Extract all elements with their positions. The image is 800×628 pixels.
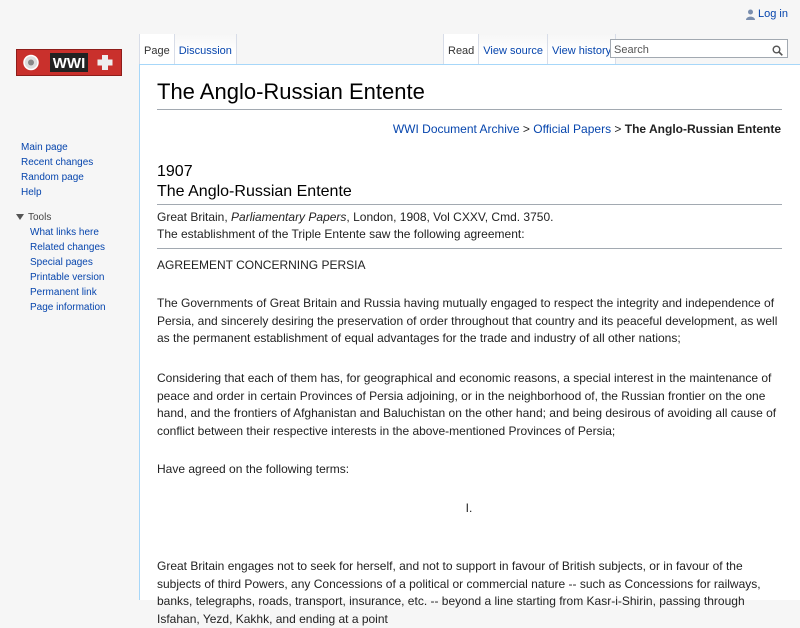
document-header: 1907 The Anglo-Russian Entente [157, 162, 782, 205]
sidebar-item-help[interactable]: Help [21, 187, 42, 198]
citation-source-publication: Parliamentary Papers [231, 210, 347, 224]
login-link[interactable]: Log in [758, 8, 788, 20]
breadcrumb-current: The Anglo-Russian Entente [624, 122, 781, 136]
tools-heading[interactable]: Tools [0, 209, 140, 225]
iron-cross-icon [97, 55, 113, 70]
paragraph: Great Britain engages not to seek for he… [157, 559, 761, 626]
article-number: I. [465, 501, 473, 515]
logo-text: WWI [53, 55, 85, 72]
divider [157, 248, 782, 249]
citation-source-suffix: , London, 1908, Vol CXXV, Cmd. 3750. [346, 210, 554, 224]
sidebar-item-random-page[interactable]: Random page [21, 172, 84, 183]
sidebar-item-permanent-link[interactable]: Permanent link [30, 287, 97, 298]
tab-view-history[interactable]: View history [548, 34, 617, 64]
page-title: The Anglo-Russian Entente [157, 79, 782, 111]
breadcrumb-link-archive[interactable]: WWI Document Archive [393, 122, 520, 136]
tools-list: What links here Related changes Special … [0, 225, 140, 315]
personal-tools: Log in [746, 8, 788, 20]
tab-page[interactable]: Page [139, 34, 175, 64]
breadcrumb-separator: > [522, 122, 530, 136]
citation-intro: The establishment of the Triple Entente … [157, 227, 525, 241]
sidebar-item-printable-version[interactable]: Printable version [30, 272, 104, 283]
site-logo[interactable]: WWI [16, 49, 122, 76]
breadcrumb-link-official-papers[interactable]: Official Papers [533, 122, 611, 136]
content-area: The Anglo-Russian Entente WWI Document A… [139, 64, 800, 626]
sidebar: Main page Recent changes Random page Hel… [0, 140, 140, 315]
sidebar-item-page-information[interactable]: Page information [30, 302, 106, 313]
search-input[interactable] [611, 41, 764, 59]
paragraph: Considering that each of them has, for g… [157, 371, 777, 438]
breadcrumb: WWI Document Archive > Official Papers >… [393, 122, 781, 136]
agreement-heading: AGREEMENT CONCERNING PERSIA [157, 258, 366, 272]
tab-view-source[interactable]: View source [479, 34, 549, 64]
sidebar-item-related-changes[interactable]: Related changes [30, 242, 105, 253]
document-title: The Anglo-Russian Entente [157, 183, 352, 200]
tools-heading-label: Tools [28, 211, 52, 223]
view-tabs: Read View source View history [443, 34, 617, 64]
citation-source-prefix: Great Britain, [157, 210, 232, 224]
sidebar-item-main-page[interactable]: Main page [21, 142, 68, 153]
namespace-tabs: Page Discussion [139, 34, 237, 64]
breadcrumb-separator: > [614, 122, 622, 136]
paragraph: Have agreed on the following terms: [157, 462, 350, 476]
paragraph: The Governments of Great Britain and Rus… [157, 296, 778, 345]
tab-discussion[interactable]: Discussion [174, 34, 237, 64]
tab-read[interactable]: Read [443, 34, 480, 64]
search-box [610, 39, 788, 61]
sidebar-item-what-links-here[interactable]: What links here [30, 227, 99, 238]
citation: Great Britain, Parliamentary Papers, Lon… [157, 209, 553, 243]
sidebar-item-recent-changes[interactable]: Recent changes [21, 157, 93, 168]
sidebar-item-special-pages[interactable]: Special pages [30, 257, 93, 268]
document-year: 1907 [157, 163, 193, 180]
triangle-down-icon [16, 212, 24, 223]
user-icon [746, 9, 756, 20]
navigation-list: Main page Recent changes Random page Hel… [0, 140, 140, 200]
search-icon[interactable] [772, 43, 783, 61]
